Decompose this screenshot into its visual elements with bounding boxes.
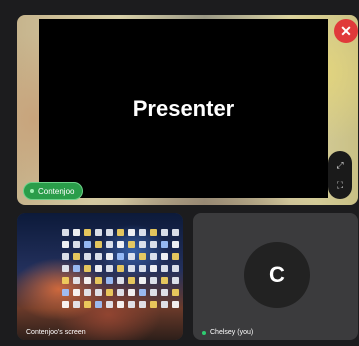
tile-controls: ⤢ ⛶ xyxy=(328,151,352,199)
tile-caption: Contenjoo's screen xyxy=(26,329,86,336)
participant-name-badge: Contenjoo xyxy=(23,182,84,200)
participant-name: Contenjoo xyxy=(38,186,75,196)
avatar: C xyxy=(244,242,310,308)
desktop-icons xyxy=(62,229,180,321)
self-caption: Chelsey (you) xyxy=(210,329,254,336)
screen-share-caption: Contenjoo's screen xyxy=(26,329,86,336)
presenter-label: Presenter xyxy=(132,95,235,121)
fullscreen-icon[interactable]: ⛶ xyxy=(337,180,343,190)
presenter-video-tile[interactable]: Presenter ✕ Contenjoo ⤢ ⛶ xyxy=(17,15,358,205)
close-icon: ✕ xyxy=(340,22,352,39)
presence-dot-icon xyxy=(202,330,206,335)
screen-share-thumbnail[interactable]: Contenjoo's screen xyxy=(17,213,183,340)
shared-screen: Presenter xyxy=(39,19,328,198)
avatar-initial: C xyxy=(269,262,285,287)
speaking-indicator-icon xyxy=(30,189,34,193)
tile-caption: Chelsey (you) xyxy=(202,329,253,336)
self-video-thumbnail[interactable]: C Chelsey (you) xyxy=(193,213,358,340)
close-button[interactable]: ✕ xyxy=(334,19,358,43)
expand-icon[interactable]: ⤢ xyxy=(336,160,343,170)
